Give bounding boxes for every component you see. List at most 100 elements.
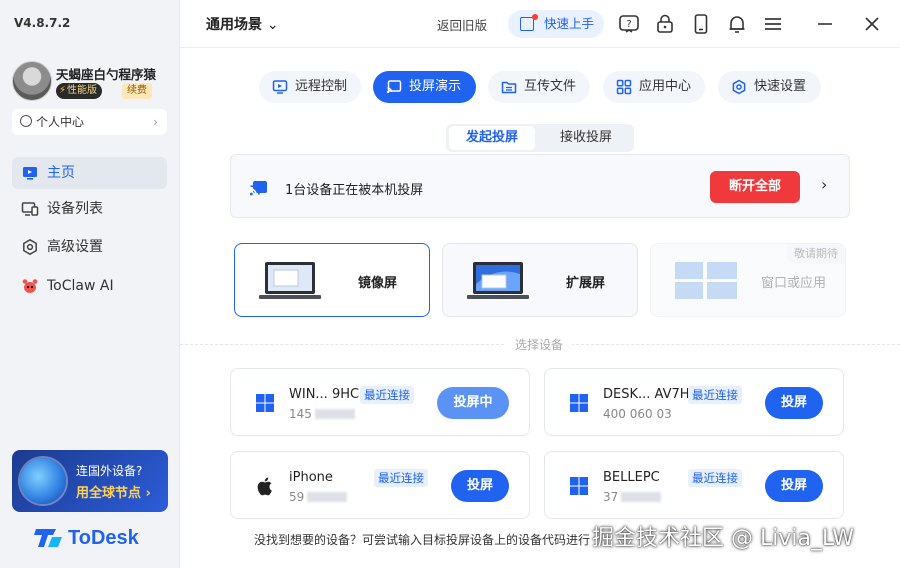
quick-start-button[interactable]: 快速上手 <box>508 10 604 38</box>
avatar[interactable] <box>12 61 52 101</box>
bell-icon[interactable] <box>726 13 748 35</box>
tab-label: 远程控制 <box>295 79 348 94</box>
mode-label: 窗口或应用 <box>761 276 827 291</box>
sidebar-item-device-list[interactable]: 设备列表 <box>12 193 167 225</box>
minimize-icon[interactable] <box>814 13 836 35</box>
recent-connection-badge: 最近连接 <box>360 386 414 404</box>
recent-connection-badge: 最近连接 <box>688 469 742 487</box>
user-profile[interactable]: 天蝎座白勺程序猿 ⚡性能版 续费 <box>12 60 172 104</box>
brand-name: ToDesk <box>68 526 139 549</box>
device-name: iPhone <box>289 470 333 485</box>
device-name: BELLEPC <box>603 470 660 485</box>
cast-icon <box>386 80 402 94</box>
username: 天蝎座白勺程序猿 <box>56 67 157 82</box>
home-icon <box>23 167 37 180</box>
chevron-right-icon: › <box>153 115 158 129</box>
select-device-label: 选择设备 <box>506 336 573 353</box>
tab-screen-cast[interactable]: 投屏演示 <box>373 71 476 103</box>
tab-quick-settings[interactable]: 快速设置 <box>718 71 821 103</box>
sidebar-item-advanced-settings[interactable]: 高级设置 <box>12 231 167 263</box>
sidebar-item-label: ToClaw AI <box>47 278 114 294</box>
promo-title: 连国外设备? <box>76 464 143 478</box>
windows-icon <box>570 477 588 495</box>
sidebar-item-toclaw-ai[interactable]: ToClaw AI <box>12 270 167 302</box>
recent-connection-badge: 最近连接 <box>688 386 742 404</box>
tab-receive-cast[interactable]: 接收投屏 <box>543 126 629 150</box>
tab-file-transfer[interactable]: 互传文件 <box>488 71 590 103</box>
menu-icon[interactable] <box>762 13 784 35</box>
mode-mirror-screen[interactable]: 镜像屏 <box>234 243 430 317</box>
windows-icon <box>570 394 588 412</box>
notification-dot <box>532 14 538 20</box>
cast-status-card[interactable]: 1台设备正在被本机投屏 断开全部 › <box>230 154 850 218</box>
sidebar-item-label: 设备列表 <box>47 201 103 217</box>
back-to-old-version-link[interactable]: 返回旧版 <box>437 15 487 34</box>
recent-connection-badge: 最近连接 <box>374 469 428 487</box>
quick-start-label: 快速上手 <box>544 16 595 31</box>
coming-soon-badge: 敬请期待 <box>787 244 845 264</box>
help-icon[interactable]: ? <box>618 13 640 35</box>
plan-badge: ⚡性能版 <box>56 83 103 99</box>
gear-icon <box>23 239 37 255</box>
lock-icon[interactable] <box>654 13 676 35</box>
tab-app-center[interactable]: 应用中心 <box>603 71 705 103</box>
scene-selector[interactable]: 通用场景 ⌄ <box>206 14 279 34</box>
sidebar-item-label: 高级设置 <box>47 239 103 255</box>
tab-start-cast[interactable]: 发起投屏 <box>449 126 535 150</box>
extend-screen-icon <box>467 262 529 299</box>
device-card[interactable]: iPhone 59 最近连接 投屏 <box>230 451 530 519</box>
tab-label: 快速设置 <box>754 79 807 94</box>
cast-direction-tabs: 发起投屏 接收投屏 <box>446 124 634 152</box>
apple-icon <box>257 477 272 496</box>
cast-button[interactable]: 投屏 <box>451 470 509 502</box>
app-grid-icon <box>616 79 632 95</box>
plan-badge-label: 性能版 <box>67 85 98 96</box>
cast-button[interactable]: 投屏 <box>765 387 823 419</box>
user-icon <box>20 115 32 127</box>
device-code: 59 <box>289 490 348 504</box>
sidebar-item-home[interactable]: 主页 <box>12 157 167 189</box>
tab-label: 应用中心 <box>639 79 692 94</box>
mode-window-or-app: 窗口或应用 敬请期待 <box>650 243 846 317</box>
promo-cta-label: 用全球节点 <box>76 486 142 501</box>
todesk-logo: ToDesk <box>34 524 139 552</box>
remote-control-icon <box>272 80 288 94</box>
device-card[interactable]: DESK... AV7H 400 060 03 最近连接 投屏 <box>544 368 844 436</box>
personal-center-button[interactable]: 个人中心 › <box>12 109 167 135</box>
mirror-screen-icon <box>259 262 321 299</box>
casting-button[interactable]: 投屏中 <box>437 387 509 419</box>
device-name: WIN... 9HC <box>289 387 360 402</box>
redacted-mask <box>314 409 355 419</box>
quick-settings-icon <box>732 79 746 95</box>
windows-icon <box>256 394 274 412</box>
cast-button[interactable]: 投屏 <box>765 470 823 502</box>
sidebar-item-label: 主页 <box>47 165 75 181</box>
file-transfer-icon <box>501 81 517 94</box>
renew-button[interactable]: 续费 <box>122 83 152 99</box>
close-icon[interactable] <box>861 13 883 35</box>
svg-text:?: ? <box>626 19 631 30</box>
tab-label: 互传文件 <box>524 79 577 94</box>
todesk-logo-icon <box>34 529 62 547</box>
device-code: 400 060 03 <box>603 407 672 421</box>
globe-icon <box>20 458 66 504</box>
chevron-down-icon: ⌄ <box>266 17 279 33</box>
chevron-right-icon[interactable]: › <box>821 175 827 194</box>
mode-extend-screen[interactable]: 扩展屏 <box>442 243 638 317</box>
device-card[interactable]: WIN... 9HC 145 最近连接 投屏中 <box>230 368 530 436</box>
phone-icon[interactable] <box>690 13 712 35</box>
mode-label: 镜像屏 <box>358 276 398 291</box>
cast-icon <box>250 181 267 196</box>
disconnect-all-button[interactable]: 断开全部 <box>710 171 800 203</box>
promo-cta[interactable]: 用全球节点 › <box>76 482 151 501</box>
global-node-promo[interactable]: 连国外设备? 用全球节点 › <box>12 450 168 512</box>
personal-center-label: 个人中心 <box>36 115 85 129</box>
scene-label: 通用场景 <box>206 17 262 33</box>
tab-remote-control[interactable]: 远程控制 <box>259 71 361 103</box>
top-bar: 通用场景 ⌄ 返回旧版 快速上手 ? <box>180 0 900 48</box>
device-code-value: 145 <box>289 407 312 421</box>
redacted-mask <box>307 492 348 502</box>
device-card[interactable]: BELLEPC 37 最近连接 投屏 <box>544 451 844 519</box>
tab-label: 投屏演示 <box>409 79 462 94</box>
cast-status-text: 1台设备正在被本机投屏 <box>285 183 424 198</box>
